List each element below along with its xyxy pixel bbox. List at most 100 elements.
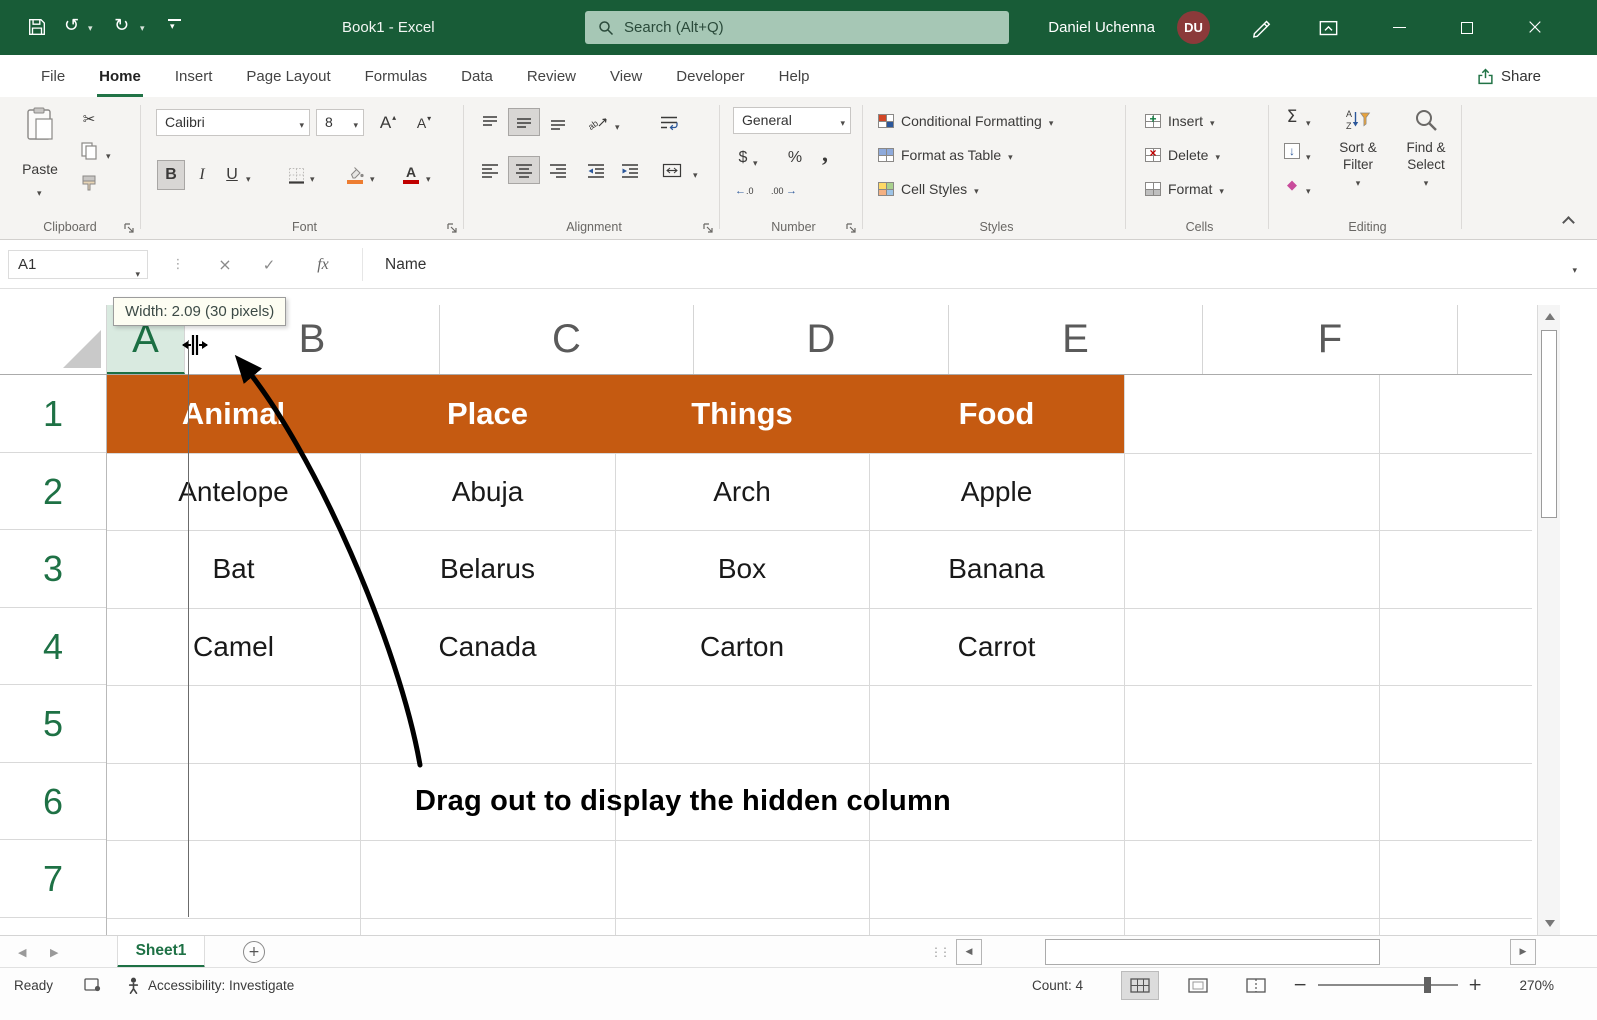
scroll-up-icon[interactable] [1545,313,1555,320]
row-header-4[interactable]: 4 [0,608,106,685]
merge-center-chevron-icon[interactable] [693,165,698,183]
share-button[interactable]: Share [1477,55,1541,97]
insert-function-button[interactable]: fx [308,240,338,289]
cell-styles-button[interactable]: Cell Styles [878,177,979,201]
header-cell[interactable]: Food [869,375,1124,453]
alignment-dialog-launcher-icon[interactable] [702,221,714,233]
page-layout-view-button[interactable] [1180,972,1216,999]
cancel-button[interactable]: × [210,240,240,289]
tab-developer[interactable]: Developer [659,55,761,97]
merge-center-button[interactable] [655,157,689,183]
row-header-5[interactable]: 5 [0,685,106,763]
cell[interactable]: Box [615,530,869,608]
tab-file[interactable]: File [24,55,82,97]
cut-button[interactable]: ✂ [76,107,102,131]
tab-formulas[interactable]: Formulas [348,55,445,97]
maximize-button[interactable] [1436,0,1498,55]
font-name-select[interactable]: Calibri [156,109,310,136]
scroll-left-button[interactable]: ◀ [956,939,982,965]
italic-button[interactable]: I [190,161,214,189]
paste-button[interactable]: Paste [12,101,68,205]
tab-splitter-icon[interactable]: ⋮ [939,936,951,968]
increase-indent-button[interactable] [615,157,645,183]
column-header-e[interactable]: E [949,305,1203,374]
column-header-d[interactable]: D [694,305,949,374]
fill-color-button[interactable] [342,159,368,189]
row-header-1[interactable]: 1 [0,375,106,453]
insert-cells-button[interactable]: + Insert [1145,109,1215,133]
decrease-decimal-button[interactable]: .00 → [769,179,799,201]
sheet-grid[interactable]: Animal Place Things Food Antelope Abuja … [107,375,1532,935]
column-resize-cursor-icon[interactable] [180,333,210,357]
font-color-chevron-icon[interactable] [426,169,431,187]
autosum-button[interactable]: Σ [1280,105,1304,129]
avatar[interactable]: DU [1177,11,1210,44]
tab-insert[interactable]: Insert [158,55,230,97]
clear-chevron-icon[interactable] [1306,181,1311,199]
cell[interactable]: Arch [615,453,869,531]
name-box[interactable]: A1 [8,250,148,279]
tab-help[interactable]: Help [762,55,827,97]
cell[interactable]: Abuja [360,453,615,531]
scroll-down-icon[interactable] [1545,920,1555,927]
cell[interactable]: Carton [615,608,869,686]
cell[interactable]: Bat [107,530,360,608]
zoom-slider-track[interactable] [1318,984,1458,986]
tab-data[interactable]: Data [444,55,510,97]
decrease-indent-button[interactable] [581,157,611,183]
font-size-select[interactable]: 8 [316,109,364,136]
accounting-format-button[interactable]: $ [733,145,753,171]
row-header-6[interactable]: 6 [0,763,106,840]
number-format-select[interactable]: General [733,107,851,134]
zoom-out-button[interactable]: − [1293,968,1307,1002]
next-sheet-button[interactable]: ▶ [50,936,58,968]
row-header-3[interactable]: 3 [0,530,106,608]
ribbon-display-options-button[interactable] [1318,17,1339,43]
zoom-level[interactable]: 270% [1502,968,1554,1002]
zoom-in-button[interactable]: + [1468,968,1482,1002]
cell[interactable]: Banana [869,530,1124,608]
save-button[interactable] [28,18,46,41]
close-button[interactable]: × [1504,0,1566,55]
vertical-scrollbar-thumb[interactable] [1541,330,1557,518]
tab-review[interactable]: Review [510,55,593,97]
clear-button[interactable]: ◆ [1280,173,1304,197]
fill-button[interactable]: ↓ [1280,139,1304,163]
header-cell[interactable]: Animal [107,375,360,453]
align-right-button[interactable] [543,157,573,183]
new-sheet-button[interactable]: + [243,941,265,963]
column-header-f[interactable]: F [1203,305,1458,374]
format-painter-button[interactable] [76,171,102,195]
cell[interactable]: Camel [107,608,360,686]
select-all-corner[interactable] [0,305,107,374]
zoom-slider-thumb[interactable] [1424,977,1431,993]
wrap-text-button[interactable] [649,109,689,135]
fill-color-chevron-icon[interactable] [370,169,375,187]
redo-chevron-icon[interactable]: ▾ [140,24,145,34]
top-align-button[interactable] [475,109,505,135]
cell[interactable]: Belarus [360,530,615,608]
number-dialog-launcher-icon[interactable] [845,221,857,233]
align-left-button[interactable] [475,157,505,183]
format-cells-button[interactable]: Format [1145,177,1224,201]
conditional-formatting-button[interactable]: Conditional Formatting [878,109,1053,133]
column-header-c[interactable]: C [440,305,694,374]
pen-button[interactable] [1250,16,1272,43]
enter-button[interactable]: ✓ [254,240,284,289]
vertical-scrollbar[interactable] [1537,305,1560,935]
copy-chevron-icon[interactable] [106,146,111,164]
minimize-button[interactable] [1368,0,1430,55]
sort-filter-button[interactable]: AZ Sort & Filter [1326,103,1390,190]
clipboard-dialog-launcher-icon[interactable] [123,221,135,233]
header-cell[interactable]: Place [360,375,615,453]
cell[interactable]: Apple [869,453,1124,531]
orientation-chevron-icon[interactable] [615,117,620,135]
format-as-table-button[interactable]: Format as Table [878,143,1013,167]
cell[interactable]: Canada [360,608,615,686]
scroll-right-button[interactable]: ▶ [1510,939,1536,965]
copy-button[interactable] [76,139,102,163]
formula-content[interactable]: Name [385,240,426,289]
tab-page-layout[interactable]: Page Layout [229,55,347,97]
borders-button[interactable] [284,161,308,189]
borders-chevron-icon[interactable] [310,169,315,187]
